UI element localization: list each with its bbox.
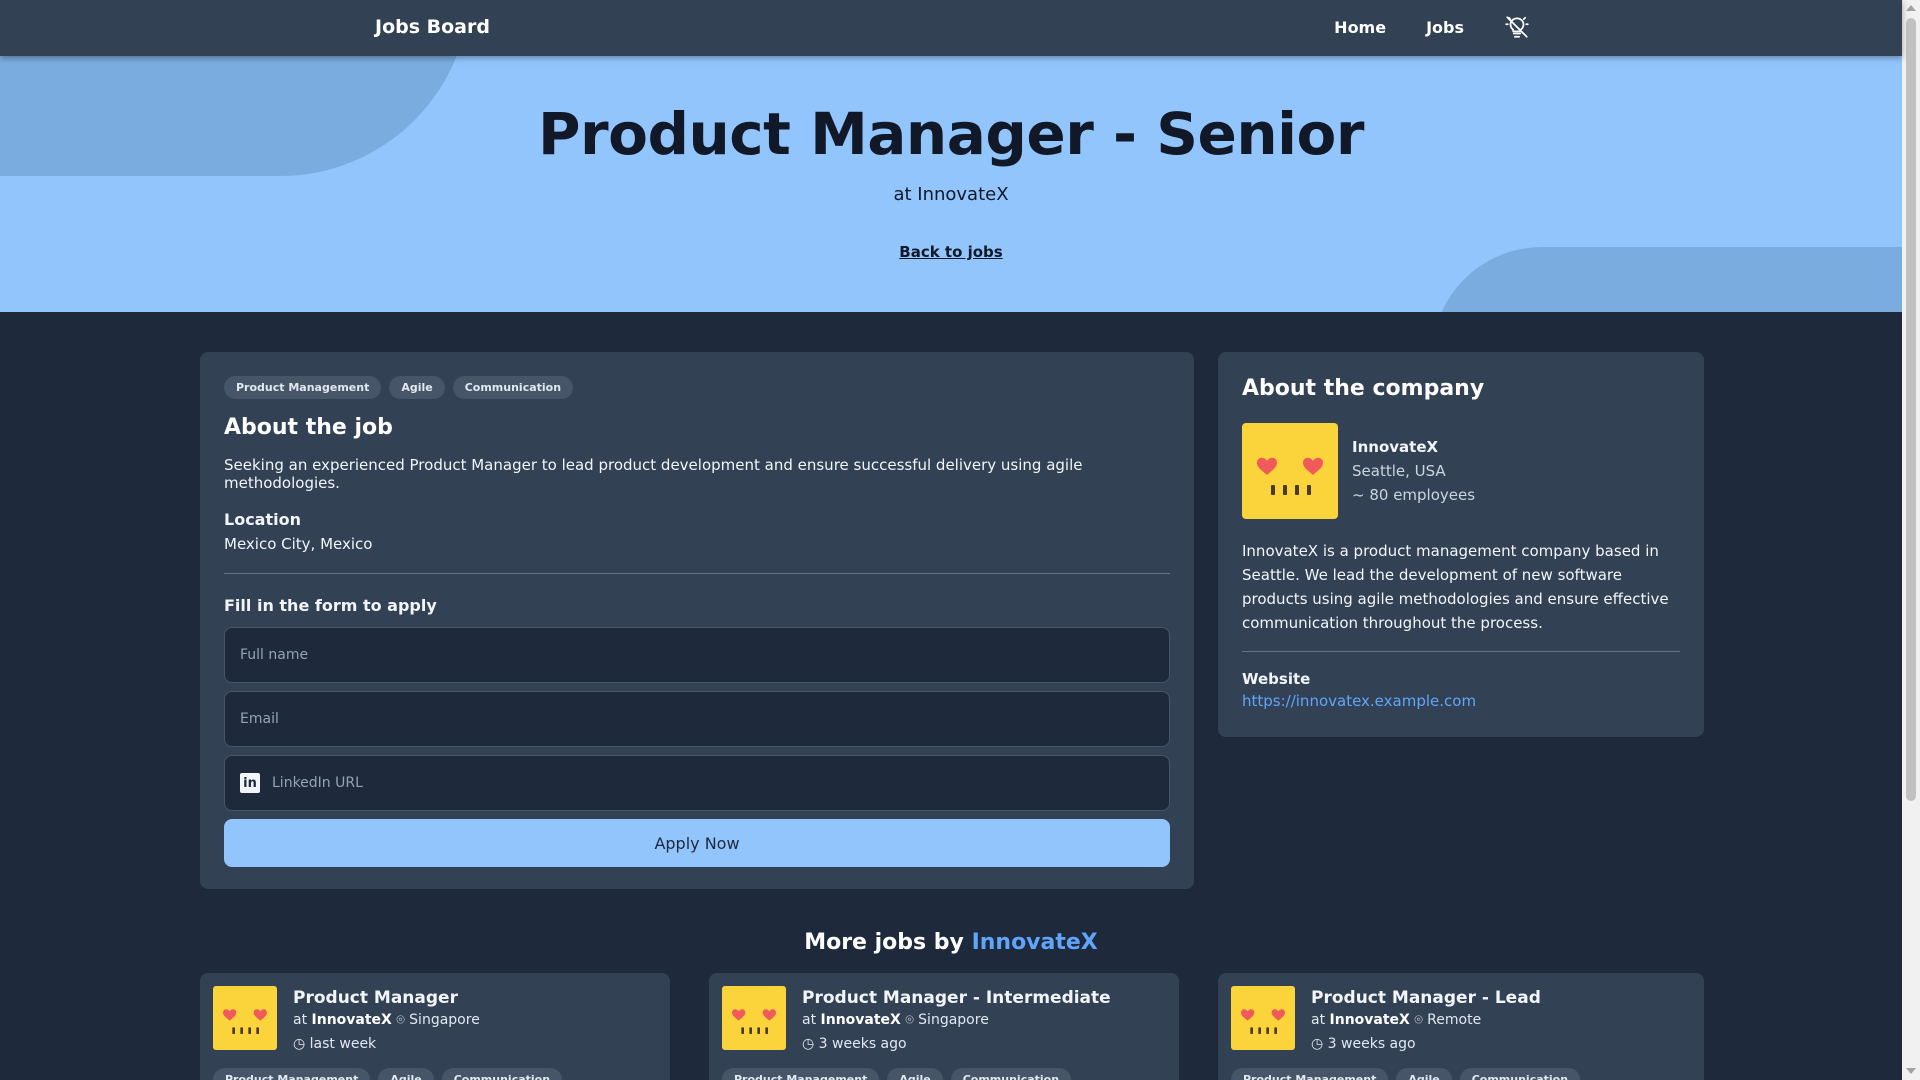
hero-banner: Product Manager - Senior at InnovateX Ba… bbox=[0, 56, 1902, 312]
lightbulb-off-icon[interactable] bbox=[1504, 14, 1530, 40]
job-card-posted: 3 weeks ago bbox=[1327, 1036, 1416, 1052]
full-name-input[interactable]: Full name bbox=[224, 627, 1170, 683]
scroll-down-arrow-icon[interactable] bbox=[1906, 1068, 1916, 1074]
more-jobs-prefix: More jobs by bbox=[804, 930, 964, 955]
job-card-location: Singapore bbox=[918, 1012, 989, 1028]
clock-icon: ◷ bbox=[802, 1036, 815, 1052]
company-location: Seattle, USA bbox=[1352, 462, 1446, 480]
nav-jobs-link[interactable]: Jobs bbox=[1426, 18, 1464, 37]
divider bbox=[224, 573, 1170, 574]
company-card: About the company InnovateX Seattle, USA… bbox=[1218, 352, 1704, 737]
tag-chip: Product Management bbox=[213, 1068, 371, 1080]
map-pin-icon: ⌾ bbox=[905, 1012, 914, 1028]
at-label: at bbox=[1311, 1012, 1326, 1028]
email-input[interactable]: Email bbox=[224, 691, 1170, 747]
more-jobs-heading: More jobs by InnovateX bbox=[0, 930, 1902, 955]
tag-chip: Product Management bbox=[722, 1068, 880, 1080]
company-logo bbox=[1242, 423, 1338, 519]
about-job-heading: About the job bbox=[224, 415, 393, 440]
nav-home-link[interactable]: Home bbox=[1334, 18, 1386, 37]
tag-chip: Agile bbox=[389, 376, 445, 399]
tag-chip: Communication bbox=[1459, 1068, 1581, 1080]
job-card-title[interactable]: Product Manager - Lead bbox=[1311, 988, 1541, 1008]
tag-chip: Communication bbox=[441, 1068, 563, 1080]
tag-chip: Product Management bbox=[224, 376, 382, 399]
linkedin-placeholder: LinkedIn URL bbox=[272, 775, 363, 791]
company-logo bbox=[1231, 986, 1295, 1050]
linkedin-url-input[interactable]: in LinkedIn URL bbox=[224, 755, 1170, 811]
company-name: InnovateX bbox=[1352, 438, 1439, 456]
job-card-title[interactable]: Product Manager - Intermediate bbox=[802, 988, 1111, 1008]
brand-logo[interactable]: Jobs Board bbox=[375, 16, 490, 38]
job-card-title[interactable]: Product Manager bbox=[293, 988, 480, 1008]
tag-chip: Product Management bbox=[1231, 1068, 1389, 1080]
job-card-location: Remote bbox=[1427, 1012, 1482, 1028]
company-about: InnovateX is a product management compan… bbox=[1242, 542, 1669, 632]
job-card-posted: 3 weeks ago bbox=[818, 1036, 907, 1052]
tag-chip: Communication bbox=[950, 1068, 1072, 1080]
tag-chip: Agile bbox=[1396, 1068, 1452, 1080]
job-card-posted: last week bbox=[309, 1036, 377, 1052]
clock-icon: ◷ bbox=[1311, 1036, 1324, 1052]
full-name-placeholder: Full name bbox=[240, 647, 309, 663]
main-nav: Home Jobs bbox=[1334, 14, 1530, 40]
job-card[interactable]: Product Manager - Lead at InnovateX ⌾ Re… bbox=[1218, 973, 1704, 1080]
apply-form-title: Fill in the form to apply bbox=[224, 596, 437, 615]
email-placeholder: Email bbox=[240, 711, 279, 727]
company-logo bbox=[213, 986, 277, 1050]
clock-icon: ◷ bbox=[293, 1036, 306, 1052]
website-label: Website bbox=[1242, 670, 1311, 688]
job-card[interactable]: Product Manager at InnovateX ⌾ Singapore… bbox=[200, 973, 670, 1080]
scroll-up-arrow-icon[interactable] bbox=[1906, 5, 1916, 11]
top-navbar: Jobs Board Home Jobs bbox=[0, 0, 1902, 56]
job-tags: Product Management Agile Communication bbox=[224, 376, 1170, 399]
job-description: Seeking an experienced Product Manager t… bbox=[224, 456, 1083, 492]
job-card[interactable]: Product Manager - Intermediate at Innova… bbox=[709, 973, 1179, 1080]
tag-chip: Agile bbox=[378, 1068, 434, 1080]
about-company-heading: About the company bbox=[1242, 376, 1485, 401]
job-title: Product Manager - Senior bbox=[538, 100, 1365, 168]
location-label: Location bbox=[224, 510, 301, 529]
tag-chip: Agile bbox=[887, 1068, 943, 1080]
apply-now-button[interactable]: Apply Now bbox=[224, 819, 1170, 867]
map-pin-icon: ⌾ bbox=[1414, 1012, 1423, 1028]
divider bbox=[1242, 651, 1680, 652]
more-jobs-company-link[interactable]: InnovateX bbox=[972, 930, 1098, 955]
location-value: Mexico City, Mexico bbox=[224, 535, 373, 553]
job-card-location: Singapore bbox=[409, 1012, 480, 1028]
at-label: at bbox=[293, 1012, 308, 1028]
job-card-company: InnovateX bbox=[1329, 1012, 1410, 1028]
tag-chip: Communication bbox=[452, 376, 574, 399]
job-company-subtitle: at InnovateX bbox=[893, 184, 1009, 205]
at-label: at bbox=[802, 1012, 817, 1028]
page-scrollbar[interactable] bbox=[1902, 0, 1920, 1080]
company-logo bbox=[722, 986, 786, 1050]
map-pin-icon: ⌾ bbox=[396, 1012, 405, 1028]
back-to-jobs-link[interactable]: Back to jobs bbox=[899, 243, 1002, 261]
company-website-link[interactable]: https://innovatex.example.com bbox=[1242, 692, 1680, 710]
linkedin-icon: in bbox=[240, 773, 260, 793]
scrollbar-thumb[interactable] bbox=[1906, 18, 1916, 801]
company-size: ~ 80 employees bbox=[1352, 486, 1476, 504]
job-details-card: Product Management Agile Communication A… bbox=[200, 352, 1194, 889]
job-card-company: InnovateX bbox=[820, 1012, 901, 1028]
job-card-company: InnovateX bbox=[311, 1012, 392, 1028]
